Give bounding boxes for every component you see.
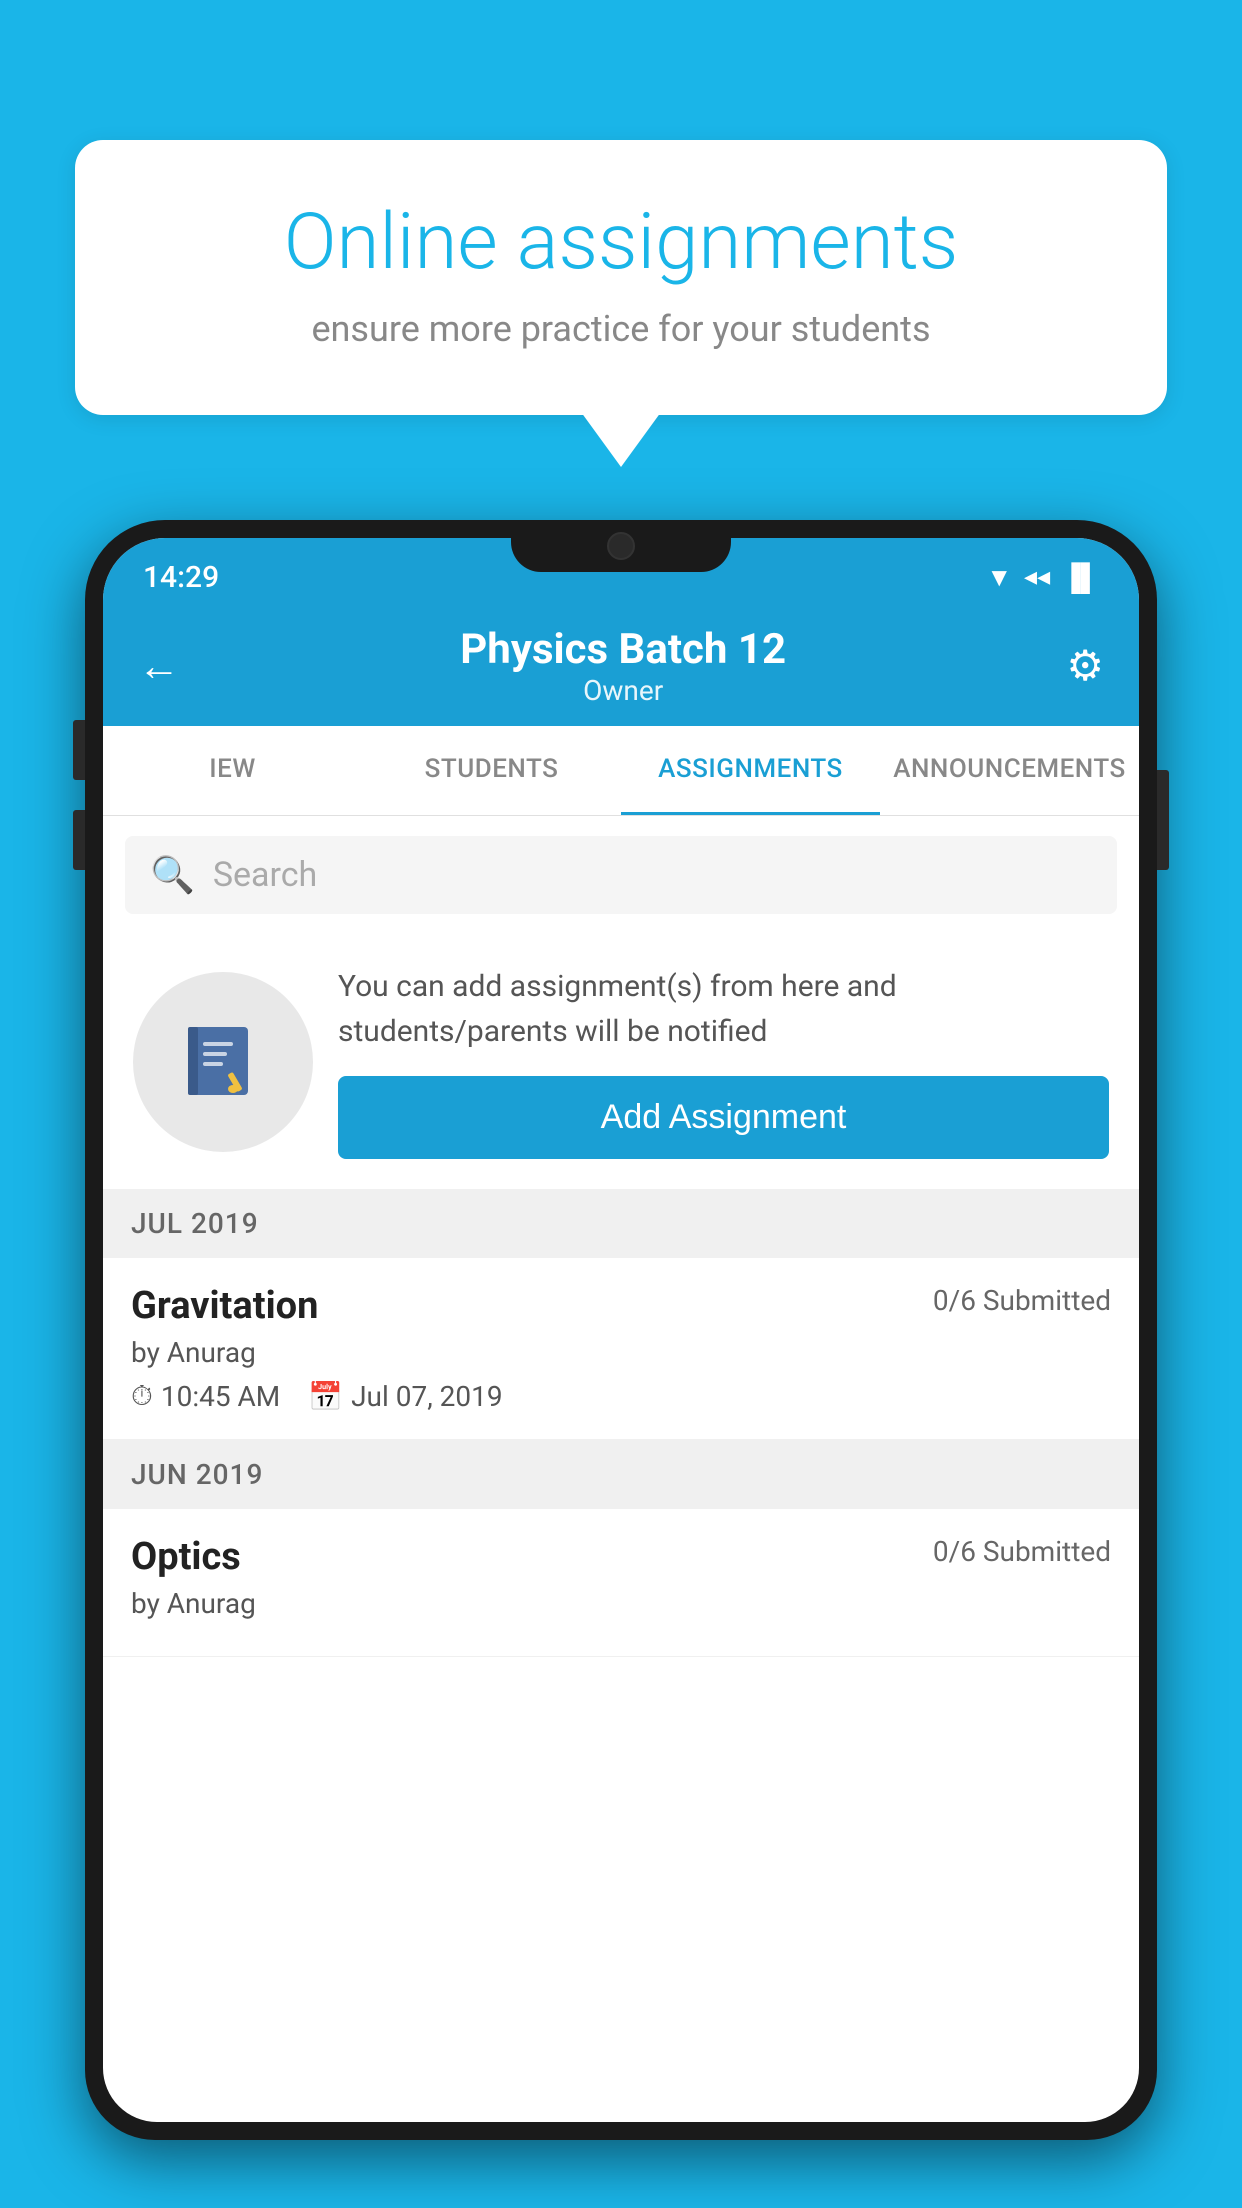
info-section: You can add assignment(s) from here and … bbox=[103, 934, 1139, 1189]
tab-students[interactable]: STUDENTS bbox=[362, 726, 621, 815]
wifi-icon: ▼ bbox=[986, 562, 1012, 593]
assignment-icon-circle bbox=[133, 972, 313, 1152]
section-header-jun: JUN 2019 bbox=[103, 1440, 1139, 1509]
info-text: You can add assignment(s) from here and … bbox=[338, 964, 1109, 1054]
status-time: 14:29 bbox=[143, 560, 219, 595]
battery-icon: ▐▌ bbox=[1062, 562, 1099, 593]
settings-button[interactable]: ⚙ bbox=[1066, 641, 1104, 691]
assignment-meta: ⏱ 10:45 AM 📅 Jul 07, 2019 bbox=[131, 1379, 1111, 1413]
header-subtitle: Owner bbox=[460, 674, 786, 707]
add-assignment-button[interactable]: Add Assignment bbox=[338, 1076, 1109, 1159]
speech-bubble: Online assignments ensure more practice … bbox=[75, 140, 1167, 415]
status-icons: ▼ ◂◂ ▐▌ bbox=[986, 562, 1099, 593]
assignment-item-gravitation[interactable]: Gravitation 0/6 Submitted by Anurag ⏱ 10… bbox=[103, 1258, 1139, 1440]
side-btn-power bbox=[1157, 770, 1169, 870]
screen-content: 🔍 Search bbox=[103, 816, 1139, 2122]
header-center: Physics Batch 12 Owner bbox=[460, 625, 786, 707]
search-icon: 🔍 bbox=[150, 854, 195, 896]
tab-assignments[interactable]: ASSIGNMENTS bbox=[621, 726, 880, 815]
front-camera bbox=[607, 532, 635, 560]
search-bar[interactable]: 🔍 Search bbox=[125, 836, 1117, 914]
tab-overview[interactable]: IEW bbox=[103, 726, 362, 815]
header-title: Physics Batch 12 bbox=[460, 625, 786, 674]
assignment-name: Gravitation bbox=[131, 1284, 318, 1328]
bubble-title: Online assignments bbox=[145, 200, 1097, 286]
phone-screen: 14:29 ▼ ◂◂ ▐▌ ← Physics Batch 12 Owner ⚙… bbox=[103, 538, 1139, 2122]
assignment-date: 📅 Jul 07, 2019 bbox=[308, 1380, 502, 1413]
tab-announcements[interactable]: ANNOUNCEMENTS bbox=[880, 726, 1139, 815]
signal-icon: ◂◂ bbox=[1024, 562, 1050, 592]
notebook-icon bbox=[178, 1017, 268, 1107]
search-container: 🔍 Search bbox=[103, 816, 1139, 934]
app-header: ← Physics Batch 12 Owner ⚙ bbox=[103, 606, 1139, 726]
assignment-by-optics: by Anurag bbox=[131, 1587, 1111, 1620]
tabs-container: IEW STUDENTS ASSIGNMENTS ANNOUNCEMENTS bbox=[103, 726, 1139, 816]
speech-bubble-container: Online assignments ensure more practice … bbox=[75, 140, 1167, 415]
clock-icon: ⏱ bbox=[131, 1379, 153, 1413]
assignment-status: 0/6 Submitted bbox=[933, 1284, 1111, 1317]
info-right: You can add assignment(s) from here and … bbox=[338, 964, 1109, 1159]
side-btn-volume-up bbox=[73, 720, 85, 780]
section-header-jul: JUL 2019 bbox=[103, 1189, 1139, 1258]
phone-outer: 14:29 ▼ ◂◂ ▐▌ ← Physics Batch 12 Owner ⚙… bbox=[85, 520, 1157, 2140]
phone-notch bbox=[511, 520, 731, 572]
assignment-status-optics: 0/6 Submitted bbox=[933, 1535, 1111, 1568]
search-placeholder: Search bbox=[213, 855, 317, 895]
assignment-top: Gravitation 0/6 Submitted bbox=[131, 1284, 1111, 1328]
assignment-time-value: 10:45 AM bbox=[161, 1380, 280, 1413]
assignment-by: by Anurag bbox=[131, 1336, 1111, 1369]
phone-wrapper: 14:29 ▼ ◂◂ ▐▌ ← Physics Batch 12 Owner ⚙… bbox=[85, 520, 1157, 2208]
side-btn-volume-down bbox=[73, 810, 85, 870]
assignment-time: ⏱ 10:45 AM bbox=[131, 1379, 280, 1413]
assignment-name-optics: Optics bbox=[131, 1535, 241, 1579]
bubble-subtitle: ensure more practice for your students bbox=[145, 308, 1097, 350]
calendar-icon: 📅 bbox=[308, 1380, 343, 1413]
assignment-item-optics[interactable]: Optics 0/6 Submitted by Anurag bbox=[103, 1509, 1139, 1657]
assignment-date-value: Jul 07, 2019 bbox=[351, 1380, 503, 1413]
back-button[interactable]: ← bbox=[138, 642, 180, 691]
assignment-top-optics: Optics 0/6 Submitted bbox=[131, 1535, 1111, 1579]
